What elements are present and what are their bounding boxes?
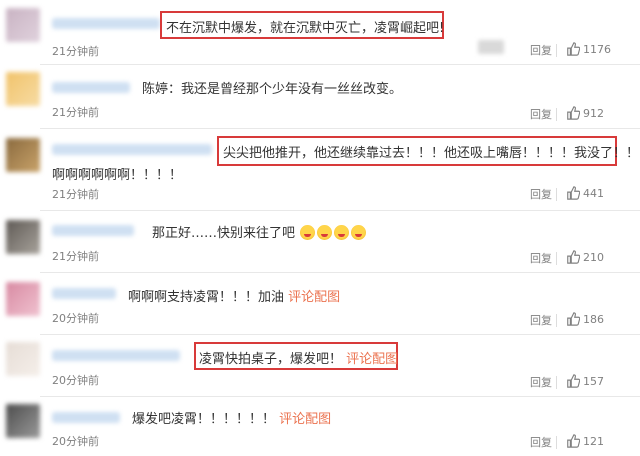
comment-time: 21分钟前 [52,106,99,119]
reply-button[interactable]: 回复 [530,250,552,266]
comment-image-link[interactable]: 评论配图 [288,290,340,305]
like-button[interactable]: 121 [566,434,604,448]
username[interactable] [52,225,134,236]
divider [556,252,557,265]
like-count: 1176 [583,43,611,56]
thumbs-up-icon [567,312,581,326]
emoji-icon [300,225,316,240]
divider [556,188,557,201]
comment-4: 那正好……快别来往了吧 21分钟前 回复 210 [0,210,640,270]
comment-text: 尖尖把他推开，他还继续靠过去！！！他还吸上嘴唇！！！！我没了！！！ [223,146,640,161]
like-button[interactable]: 1176 [566,42,611,56]
avatar[interactable] [6,404,40,438]
like-button[interactable]: 157 [566,374,604,388]
thumbs-up-icon [567,250,581,264]
comment-text: 凌霄快拍桌子，爆发吧！ 评论配图 [199,352,399,367]
reply-button[interactable]: 回复 [530,434,552,450]
thumbs-up-icon [567,106,581,120]
divider [556,44,557,57]
avatar[interactable] [6,8,40,42]
blurred-element [478,40,504,54]
comment-text: 啊啊啊支持凌霄！！！加油 评论配图 [128,290,341,305]
comment-image-link[interactable]: 评论配图 [346,352,398,367]
like-count: 210 [583,251,604,264]
like-button[interactable]: 186 [566,312,604,326]
like-count: 157 [583,375,604,388]
reply-button[interactable]: 回复 [530,106,552,122]
username[interactable] [52,288,116,299]
emoji-icon [334,225,350,240]
reply-button[interactable]: 回复 [530,42,552,58]
avatar[interactable] [6,138,40,172]
divider [556,376,557,389]
like-count: 186 [583,313,604,326]
avatar[interactable] [6,282,40,316]
emoji-icon [317,225,333,240]
username[interactable] [52,350,180,361]
comment-text: 那正好……快别来往了吧 [152,222,367,241]
like-count: 121 [583,435,604,448]
like-button[interactable]: 912 [566,106,604,120]
avatar[interactable] [6,220,40,254]
avatar[interactable] [6,72,40,106]
like-button[interactable]: 210 [566,250,604,264]
username[interactable] [52,412,120,423]
comment-text: 陈婷：我还是曾经那个少年没有一丝丝改变。 [142,82,403,97]
emoji-icon [351,225,367,240]
thumbs-up-icon [567,434,581,448]
thumbs-up-icon [567,374,581,388]
comment-7: 爆发吧凌霄！！！！！！ 评论配图 20分钟前 回复 121 [0,396,640,456]
divider [556,436,557,449]
reply-button[interactable]: 回复 [530,186,552,202]
thumbs-up-icon [567,42,581,56]
comment-text: 爆发吧凌霄！！！！！！ 评论配图 [132,412,332,427]
comment-time: 21分钟前 [52,45,99,58]
divider [556,108,557,121]
like-button[interactable]: 441 [566,186,604,200]
avatar[interactable] [6,342,40,376]
reply-button[interactable]: 回复 [530,374,552,390]
comment-2: 陈婷：我还是曾经那个少年没有一丝丝改变。 21分钟前 回复 912 [0,64,640,126]
comment-time: 20分钟前 [52,312,99,325]
divider [556,314,557,327]
comment-image-link[interactable]: 评论配图 [279,412,331,427]
thumbs-up-icon [567,186,581,200]
comment-1: 不在沉默中爆发，就在沉默中灭亡，凌霄崛起吧! 21分钟前 回复 1176 [0,0,640,62]
comment-time: 20分钟前 [52,435,99,448]
comment-time: 21分钟前 [52,250,99,263]
username[interactable] [52,82,130,93]
like-count: 912 [583,107,604,120]
comment-5: 啊啊啊支持凌霄！！！加油 评论配图 20分钟前 回复 186 [0,272,640,332]
username[interactable] [52,18,160,29]
comment-text: 不在沉默中爆发，就在沉默中灭亡，凌霄崛起吧! [166,21,445,36]
like-count: 441 [583,187,604,200]
username[interactable] [52,144,212,155]
comment-time: 20分钟前 [52,374,99,387]
reply-button[interactable]: 回复 [530,312,552,328]
comment-time: 21分钟前 [52,188,99,201]
comment-text-continued: 啊啊啊啊啊啊！！！！ [52,168,183,183]
comment-3: 尖尖把他推开，他还继续靠过去！！！他还吸上嘴唇！！！！我没了！！！ 啊啊啊啊啊啊… [0,128,640,210]
comment-6: 凌霄快拍桌子，爆发吧！ 评论配图 20分钟前 回复 157 [0,334,640,394]
